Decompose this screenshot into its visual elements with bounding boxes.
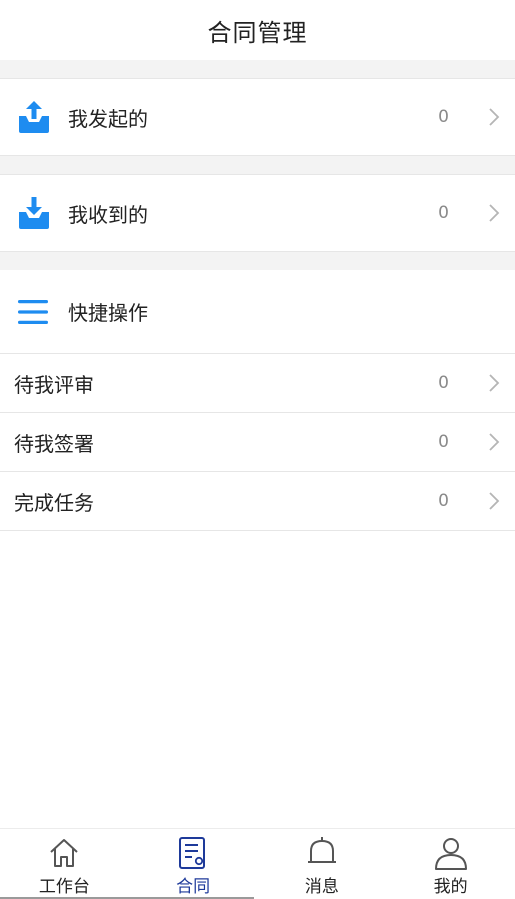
bell-icon: [305, 836, 339, 870]
chevron-right-icon: [487, 106, 501, 128]
tab-label: 工作台: [38, 877, 90, 897]
tab-mine[interactable]: 我的: [386, 829, 515, 899]
upload-tray-icon: [16, 99, 52, 135]
download-tray-icon: [16, 195, 52, 231]
pending-sign-row[interactable]: 待我签署 0: [0, 413, 515, 472]
row-label: 完成任务: [14, 490, 94, 515]
section-gap: [0, 156, 515, 174]
row-label: 我发起的: [68, 106, 148, 131]
app-header: 合同管理: [0, 0, 515, 60]
bottom-tab-bar: 工作台 合同 消息 我的: [0, 828, 515, 899]
home-icon: [47, 836, 81, 870]
tab-label: 我的: [433, 877, 468, 897]
row-count: 0: [438, 373, 449, 393]
completed-tasks-row[interactable]: 完成任务 0: [0, 472, 515, 531]
received-by-me-row[interactable]: 我收到的 0: [0, 174, 515, 252]
contract-management-page: 合同管理 我发起的 0 我收到的 0 快捷操作 待我评审 0 待我签署 0 完成…: [0, 0, 515, 899]
chevron-right-icon: [487, 202, 501, 224]
row-label: 待我评审: [14, 372, 94, 397]
tab-contract[interactable]: 合同: [129, 829, 258, 899]
row-label: 我收到的: [68, 202, 148, 227]
chevron-right-icon: [487, 372, 501, 394]
chevron-right-icon: [487, 490, 501, 512]
menu-lines-icon: [16, 295, 50, 329]
contract-document-icon: [176, 836, 210, 870]
tab-workbench[interactable]: 工作台: [0, 829, 129, 899]
section-gap: [0, 60, 515, 78]
tab-messages[interactable]: 消息: [258, 829, 387, 899]
row-count: 0: [438, 432, 449, 452]
quick-actions-title: 快捷操作: [68, 301, 148, 325]
row-count: 0: [438, 203, 449, 223]
row-count: 0: [438, 491, 449, 511]
quick-actions-header: 快捷操作: [0, 270, 515, 354]
initiated-by-me-row[interactable]: 我发起的 0: [0, 78, 515, 156]
user-icon: [434, 836, 468, 870]
pending-review-row[interactable]: 待我评审 0: [0, 354, 515, 413]
row-label: 待我签署: [14, 431, 94, 456]
section-gap: [0, 252, 515, 270]
tab-label: 合同: [176, 877, 211, 897]
tab-label: 消息: [304, 877, 339, 897]
chevron-right-icon: [487, 431, 501, 453]
row-count: 0: [438, 107, 449, 127]
page-title: 合同管理: [207, 18, 308, 47]
